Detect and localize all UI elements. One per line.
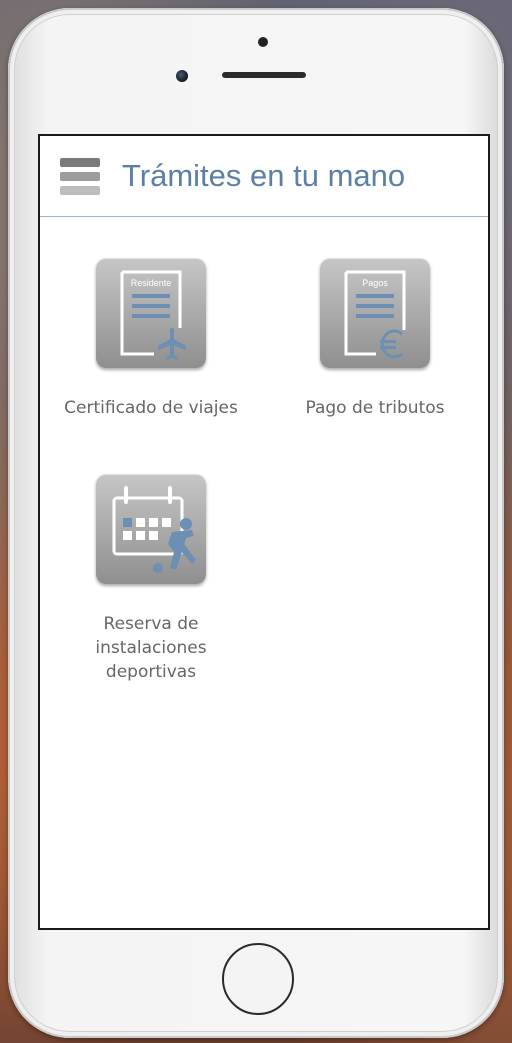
tile-sports-booking[interactable]: Reserva de instalaciones deportivas bbox=[64, 474, 238, 684]
page-title: Trámites en tu mano bbox=[122, 158, 406, 193]
travel-certificate-icon[interactable]: Residente bbox=[96, 258, 206, 368]
home-button[interactable] bbox=[222, 943, 294, 1015]
tax-payment-icon[interactable]: Pagos bbox=[320, 258, 430, 368]
doc-caption: Residente bbox=[131, 278, 172, 288]
phone-frame: Trámites en tu mano Residente Certificad… bbox=[8, 8, 504, 1038]
tile-label: Certificado de viajes bbox=[64, 398, 238, 418]
sports-booking-icon[interactable] bbox=[96, 474, 206, 584]
app-screen: Trámites en tu mano Residente Certificad… bbox=[38, 134, 490, 930]
earpiece-speaker bbox=[222, 72, 306, 78]
front-camera bbox=[176, 70, 188, 82]
menu-icon[interactable] bbox=[60, 158, 100, 198]
proximity-sensor bbox=[258, 37, 268, 47]
tile-label: Pago de tributos bbox=[305, 398, 445, 418]
tile-travel-certificate[interactable]: Residente Certificado de viajes bbox=[64, 258, 238, 420]
euro-icon bbox=[380, 329, 404, 359]
menu-bar bbox=[60, 158, 100, 167]
menu-bar bbox=[60, 172, 100, 181]
tile-tax-payment[interactable]: Pagos Pago de tributos bbox=[288, 258, 462, 420]
app-header: Trámites en tu mano bbox=[40, 136, 488, 217]
tax-payment-graphic: Pagos bbox=[344, 270, 406, 359]
tile-label: Reserva de instalaciones deportivas bbox=[95, 614, 207, 682]
sports-booking-graphic bbox=[112, 486, 196, 573]
airplane-icon bbox=[158, 328, 186, 360]
soccer-player-icon bbox=[153, 518, 196, 573]
travel-certificate-graphic: Residente bbox=[120, 270, 186, 360]
menu-bar bbox=[60, 186, 100, 195]
doc-caption: Pagos bbox=[362, 278, 388, 288]
